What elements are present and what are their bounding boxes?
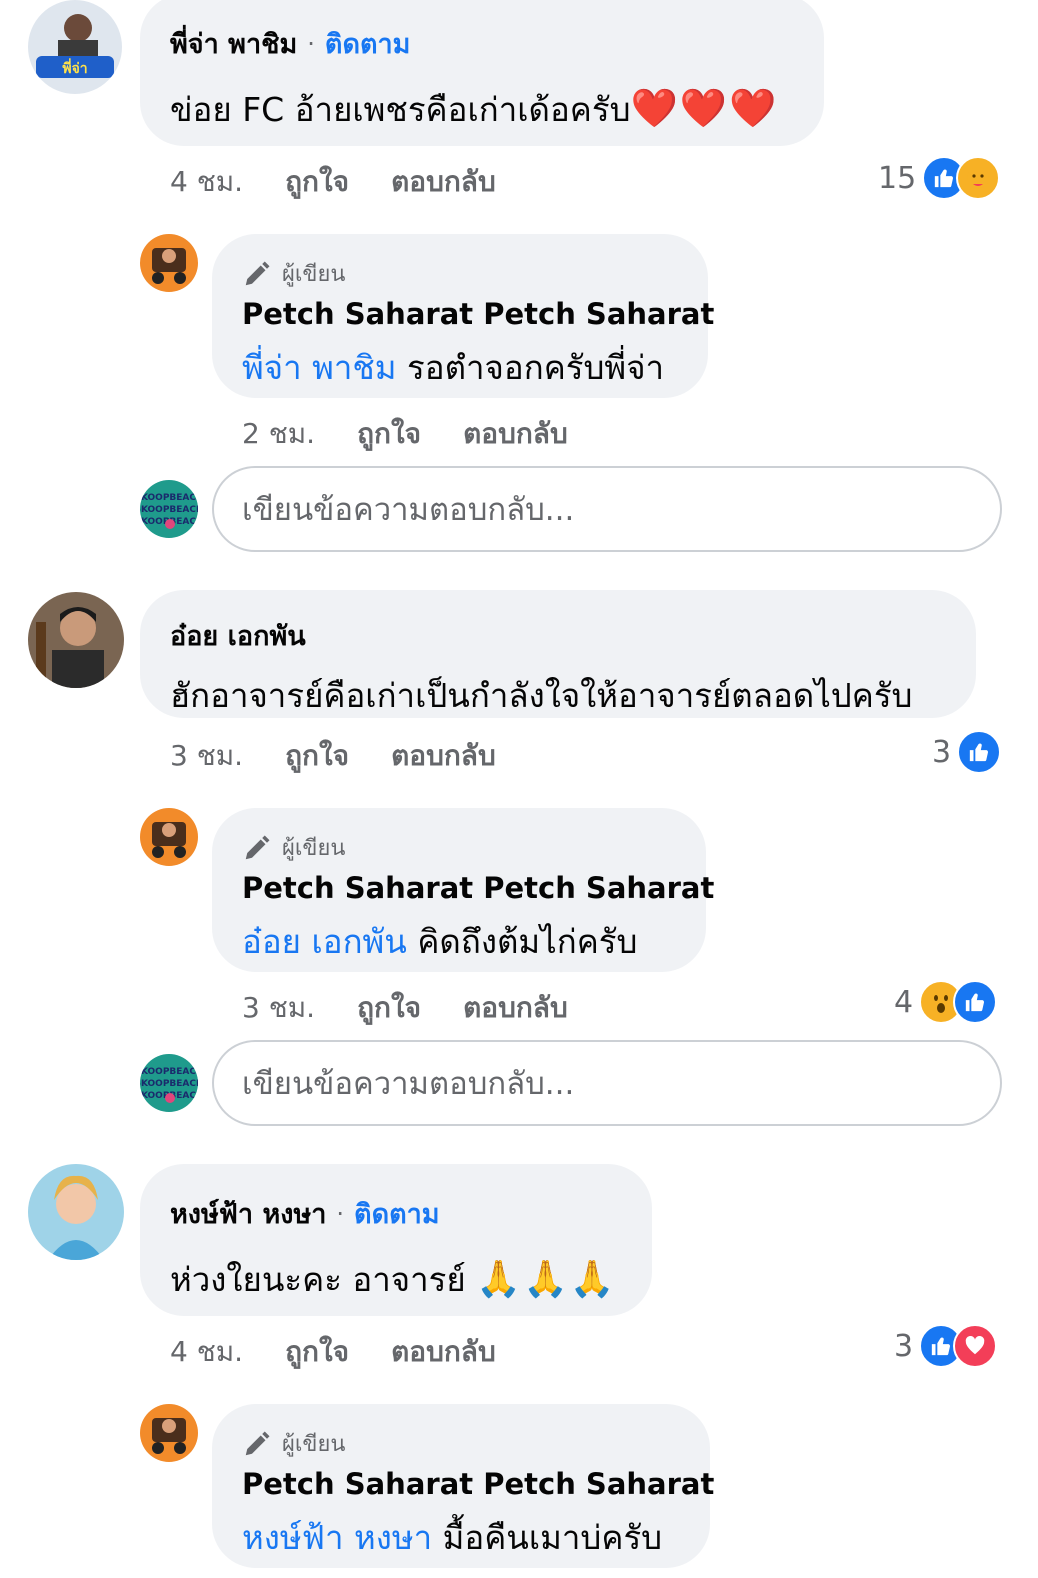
comment-bubble: พี่จ่า พาชิม · ติดตาม ข่อย FC อ้ายเพชรคื… [140, 0, 824, 146]
comment-actions: 3 ชม. ถูกใจ ตอบกลับ [170, 734, 538, 778]
like-button[interactable]: ถูกใจ [357, 986, 421, 1030]
care-icon [956, 156, 1001, 200]
like-button[interactable]: ถูกใจ [285, 1330, 349, 1374]
timestamp[interactable]: 3 ชม. [242, 986, 315, 1030]
reaction-count: 3 [932, 734, 952, 770]
like-button[interactable]: ถูกใจ [285, 160, 349, 204]
reply-input[interactable]: เขียนข้อความตอบกลับ... [212, 466, 1002, 552]
author-badge: ผู้เขียน [282, 1432, 346, 1457]
comment-bubble: อ๋อย เอกพัน ฮักอาจารย์คือเก่าเป็นกำลังใจ… [140, 590, 976, 718]
reply-bubble: ผู้เขียน Petch Saharat Petch Saharat พี่… [212, 234, 714, 398]
heart-emoji: ❤️❤️❤️ [630, 86, 779, 130]
comment-text: มื้อคืนเมาบ่ครับ [442, 1518, 663, 1557]
avatar[interactable] [28, 1164, 124, 1260]
comment-text: คิดถึงต้มไก่ครับ [417, 922, 638, 961]
comment-actions: 2 ชม. ถูกใจ ตอบกลับ [242, 412, 610, 456]
like-button[interactable]: ถูกใจ [285, 734, 349, 778]
author-avatar[interactable] [140, 808, 198, 866]
commenter-name[interactable]: Petch Saharat Petch Saharat [242, 871, 714, 905]
reply-button[interactable]: ตอบกลับ [463, 412, 568, 456]
reaction-count: 15 [878, 160, 917, 196]
commenter-name[interactable]: หงษ์ฟ้า หงษา [170, 1192, 326, 1235]
comment-actions: 3 ชม. ถูกใจ ตอบกลับ [242, 986, 610, 1030]
reaction-summary[interactable]: 3 [894, 1324, 998, 1368]
reply-bubble: ผู้เขียน Petch Saharat Petch Saharat หงษ… [212, 1404, 714, 1568]
timestamp[interactable]: 4 ชม. [170, 1330, 243, 1374]
reply-bubble: ผู้เขียน Petch Saharat Petch Saharat อ๋อ… [212, 808, 714, 972]
svg-text:พี่จ่า: พี่จ่า [62, 58, 87, 77]
separator-dot: · [336, 1199, 345, 1228]
reaction-summary[interactable]: 4 [894, 980, 998, 1024]
timestamp[interactable]: 4 ชม. [170, 160, 243, 204]
reply-button[interactable]: ตอบกลับ [463, 986, 568, 1030]
like-icon [957, 730, 1002, 774]
mention-link[interactable]: หงษ์ฟ้า หงษา [242, 1518, 432, 1557]
mention-link[interactable]: อ๋อย เอกพัน [242, 922, 407, 961]
pencil-icon [245, 835, 270, 859]
svg-text:SKOOPBEACH: SKOOPBEACH [140, 1067, 198, 1077]
reply-button[interactable]: ตอบกลับ [391, 734, 496, 778]
avatar[interactable]: พี่จ่า [28, 0, 122, 94]
comment-text: ข่อย FC อ้ายเพชรคือเก่าเด้อครับ [170, 90, 631, 129]
reply-input[interactable]: เขียนข้อความตอบกลับ... [212, 1040, 1002, 1126]
author-badge: ผู้เขียน [282, 262, 346, 287]
author-avatar[interactable] [140, 1404, 198, 1462]
reply-button[interactable]: ตอบกลับ [391, 160, 496, 204]
commenter-name[interactable]: Petch Saharat Petch Saharat [242, 1467, 714, 1501]
follow-link[interactable]: ติดตาม [325, 22, 411, 65]
follow-link[interactable]: ติดตาม [354, 1192, 440, 1235]
comment-text: รอตำจอกครับพี่จ่า [407, 348, 665, 387]
user-avatar: SKOOPBEACHSKOOPBEACHSKOOPBEACH [140, 480, 198, 538]
commenter-name[interactable]: Petch Saharat Petch Saharat [242, 297, 714, 331]
comment-actions: 4 ชม. ถูกใจ ตอบกลับ [170, 160, 538, 204]
pencil-icon [245, 1431, 270, 1455]
reply-placeholder: เขียนข้อความตอบกลับ... [242, 492, 575, 528]
separator-dot: · [307, 29, 315, 58]
svg-text:SKOOPBEACH: SKOOPBEACH [140, 1079, 198, 1089]
reply-placeholder: เขียนข้อความตอบกลับ... [242, 1066, 575, 1102]
comment-text: ห่วงใยนะคะ อาจารย์ [170, 1260, 466, 1299]
love-icon [953, 1324, 998, 1368]
avatar[interactable] [28, 592, 124, 688]
svg-text:SKOOPBEACH: SKOOPBEACH [140, 493, 198, 503]
comment-text: ฮักอาจารย์คือเก่าเป็นกำลังใจให้อาจารย์ตล… [170, 676, 913, 715]
pencil-icon [245, 261, 270, 285]
reaction-count: 3 [894, 1328, 914, 1364]
like-button[interactable]: ถูกใจ [357, 412, 421, 456]
reply-button[interactable]: ตอบกลับ [391, 1330, 496, 1374]
like-icon [953, 980, 998, 1024]
timestamp[interactable]: 2 ชม. [242, 412, 315, 456]
reaction-summary[interactable]: 15 [878, 156, 1001, 200]
commenter-name[interactable]: พี่จ่า พาชิม [170, 22, 297, 65]
reaction-summary[interactable]: 3 [932, 730, 1002, 774]
svg-text:SKOOPBEACH: SKOOPBEACH [140, 505, 198, 515]
comment-actions: 4 ชม. ถูกใจ ตอบกลับ [170, 1330, 538, 1374]
author-avatar[interactable] [140, 234, 198, 292]
timestamp[interactable]: 3 ชม. [170, 734, 243, 778]
user-avatar: SKOOPBEACHSKOOPBEACHSKOOPBEACH [140, 1054, 198, 1112]
pray-emoji: 🙏🙏🙏 [476, 1259, 617, 1300]
reaction-count: 4 [894, 984, 914, 1020]
mention-link[interactable]: พี่จ่า พาชิม [242, 348, 397, 387]
comment-bubble: หงษ์ฟ้า หงษา · ติดตาม ห่วงใยนะคะ อาจารย์… [140, 1164, 652, 1316]
commenter-name[interactable]: อ๋อย เอกพัน [170, 614, 306, 657]
author-badge: ผู้เขียน [282, 836, 346, 861]
